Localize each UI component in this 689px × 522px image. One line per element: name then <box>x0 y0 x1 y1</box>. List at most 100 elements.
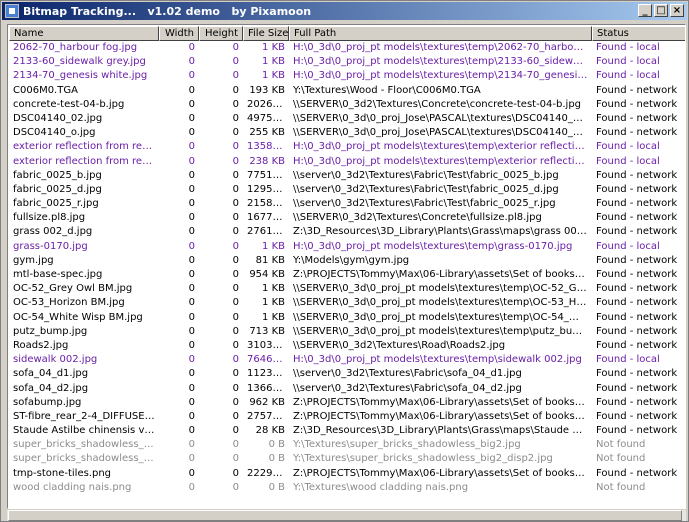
table-row[interactable]: 2133-60_sidewalk grey.jpg 0 0 1 KB H:\0_3d\0… <box>9 55 685 69</box>
table-row[interactable]: gym.jpg 0 0 81 KB Y:\Models\gym\gym.jpg Found… <box>9 254 685 268</box>
cell-width: 0 <box>188 311 195 323</box>
cell-file-size: 81 KB <box>255 254 285 266</box>
cell-height: 0 <box>232 127 239 139</box>
cell-status: Found - network <box>596 467 678 479</box>
table-row[interactable]: grass 002_d.jpg 0 0 2761 KB Z:\3D_Resources\… <box>9 225 685 239</box>
cell-height: 0 <box>232 155 239 167</box>
table-row[interactable]: putz_bump.jpg 0 0 713 KB \\SERVER\0_3d\0_pro… <box>9 325 685 339</box>
table-row[interactable]: DSC04140_o.jpg 0 0 255 KB \\SERVER\0_3d\0_pr… <box>9 126 685 140</box>
column-header-height[interactable]: Height <box>199 26 243 41</box>
cell-width: 0 <box>188 481 195 493</box>
cell-name: grass 002_d.jpg <box>13 226 93 238</box>
cell-file-size: 1 KB <box>262 70 285 82</box>
cell-status: Found - network <box>596 84 678 96</box>
table-row[interactable]: sofa_04_d2.jpg 0 0 1366 KB \\server\0_3d2\Te… <box>9 382 685 396</box>
column-header-name[interactable]: Name <box>9 26 159 41</box>
cell-file-size: 713 KB <box>249 325 285 337</box>
cell-height: 0 <box>232 141 239 153</box>
cell-height: 0 <box>232 169 239 181</box>
app-icon <box>5 4 19 18</box>
cell-status: Found - network <box>596 254 678 266</box>
table-row[interactable]: fabric_0025_r.jpg 0 0 21580 KB \\server\0_3d… <box>9 197 685 211</box>
table-row[interactable]: OC-53_Horizon BM.jpg 0 0 1 KB \\SERVER\0_3d\… <box>9 296 685 310</box>
table-row[interactable]: tmp-stone-tiles.png 0 0 2229 KB Z:\PROJECTS\… <box>9 467 685 481</box>
table-row[interactable]: fabric_0025_d.jpg 0 0 12952 KB \\server\0_3d… <box>9 183 685 197</box>
table-row[interactable]: sidewalk 002.jpg 0 0 7646 KB H:\0_3d\0_proj_… <box>9 353 685 367</box>
table-row[interactable]: exterior reflection from reference.jpg 0 0… <box>9 140 685 154</box>
table-row[interactable]: super_bricks_shadowless_big2.jpg 0 0 0 B Y:\… <box>9 438 685 452</box>
cell-file-size: 1677 KB <box>247 212 289 224</box>
table-row[interactable]: 2134-70_genesis white.jpg 0 0 1 KB H:\0_3d\0… <box>9 69 685 83</box>
cell-width: 0 <box>188 141 195 153</box>
bitmap-list[interactable]: Name Width Height File Size Full Path St… <box>7 24 686 509</box>
cell-width: 0 <box>188 198 195 210</box>
cell-full-path: Z:\3D_Resources\3D_Library\Plants\Grass\… <box>293 425 592 437</box>
cell-width: 0 <box>188 56 195 68</box>
cell-file-size: 1 KB <box>262 311 285 323</box>
cell-file-size: 193 KB <box>249 84 285 96</box>
table-row[interactable]: fabric_0025_b.jpg 0 0 7751 KB \\server\0_3d2… <box>9 169 685 183</box>
title-bar[interactable]: Bitmap Tracking... v1.02 demo by Pixamoo… <box>2 2 687 20</box>
cell-status: Found - local <box>596 42 660 53</box>
cell-height: 0 <box>232 42 239 53</box>
column-header-file-size[interactable]: File Size <box>243 26 289 41</box>
cell-width: 0 <box>188 226 195 238</box>
table-row[interactable]: OC-52_Grey Owl BM.jpg 0 0 1 KB \\SERVER\0_3d… <box>9 282 685 296</box>
cell-name: sofabump.jpg <box>13 396 82 408</box>
table-row[interactable]: wood cladding nais.png 0 0 0 B Y:\Textures\w… <box>9 481 685 495</box>
cell-file-size: 3103 KB <box>247 339 289 351</box>
cell-file-size: 1 KB <box>262 297 285 309</box>
cell-full-path: H:\0_3d\0_proj_pt models\textures\temp\2… <box>293 42 592 53</box>
cell-name: 2133-60_sidewalk grey.jpg <box>13 56 146 68</box>
cell-height: 0 <box>232 183 239 195</box>
cell-file-size: 7751 KB <box>247 169 289 181</box>
cell-width: 0 <box>188 467 195 479</box>
cell-name: fullsize.pl8.jpg <box>13 212 86 224</box>
cell-height: 0 <box>232 112 239 124</box>
table-row[interactable]: mtl-base-spec.jpg 0 0 954 KB Z:\PROJECTS\Tom… <box>9 268 685 282</box>
cell-file-size: 7646 KB <box>247 354 289 366</box>
cell-height: 0 <box>232 240 239 252</box>
column-header-status[interactable]: Status <box>592 26 685 41</box>
cell-file-size: 962 KB <box>249 396 285 408</box>
cell-full-path: \\SERVER\0_3d2\Textures\Concrete\fullsiz… <box>293 212 542 224</box>
cell-full-path: H:\0_3d\0_proj_pt models\textures\temp\e… <box>293 141 592 153</box>
maximize-button[interactable]: □ <box>654 4 668 17</box>
bitmap-tracking-window: Bitmap Tracking... v1.02 demo by Pixamoo… <box>0 0 689 522</box>
table-row[interactable]: Staude Astilbe chinensis var pumila.jpg 0… <box>9 424 685 438</box>
table-row[interactable]: super_bricks_shadowless_big2_disp2.jpg 0 0… <box>9 452 685 466</box>
table-row[interactable]: ST-fibre_rear_2-4_DIFFUSE.jpg 0 0 2757 KB Z:… <box>9 410 685 424</box>
column-header-width[interactable]: Width <box>159 26 199 41</box>
cell-file-size: 1 KB <box>262 56 285 68</box>
cell-full-path: \\server\0_3d2\Textures\Fabric\Test\fabr… <box>293 198 556 210</box>
table-row[interactable]: OC-54_White Wisp BM.jpg 0 0 1 KB \\SERVER\0_… <box>9 311 685 325</box>
table-row[interactable]: Roads2.jpg 0 0 3103 KB \\SERVER\0_3d2\Textur… <box>9 339 685 353</box>
table-row[interactable]: DSC04140_02.jpg 0 0 4975 KB \\SERVER\0_3d\0_… <box>9 112 685 126</box>
table-row[interactable]: fullsize.pl8.jpg 0 0 1677 KB \\SERVER\0_3d2\… <box>9 211 685 225</box>
close-button[interactable]: × <box>670 4 684 17</box>
cell-width: 0 <box>188 339 195 351</box>
table-row[interactable]: exterior reflection from reference2.jpg 0… <box>9 155 685 169</box>
column-header-full-path[interactable]: Full Path <box>289 26 592 41</box>
table-row[interactable]: sofabump.jpg 0 0 962 KB Z:\PROJECTS\Tommy\Ma… <box>9 396 685 410</box>
cell-name: 2134-70_genesis white.jpg <box>13 70 148 82</box>
cell-file-size: 0 B <box>268 481 285 493</box>
table-row[interactable]: concrete-test-04-b.jpg 0 0 20263 KB \\SERVER… <box>9 98 685 112</box>
table-row[interactable]: C006M0.TGA 0 0 193 KB Y:\Textures\Wood - Flo… <box>9 84 685 98</box>
scrollbar-thumb[interactable] <box>8 510 682 521</box>
horizontal-scrollbar[interactable] <box>7 509 686 521</box>
cell-name: Staude Astilbe chinensis var pumila.jpg <box>13 425 159 437</box>
cell-status: Found - network <box>596 339 678 351</box>
cell-full-path: \\SERVER\0_3d2\Textures\Road\Roads2.jpg <box>293 339 506 351</box>
cell-status: Found - network <box>596 169 678 181</box>
cell-file-size: 954 KB <box>249 269 285 280</box>
cell-file-size: 20263 KB <box>247 98 289 110</box>
minimize-button[interactable]: _ <box>638 4 652 17</box>
table-row[interactable]: 2062-70_harbour fog.jpg 0 0 1 KB H:\0_3d\0_p… <box>9 41 685 55</box>
table-row[interactable]: grass-0170.jpg 0 0 1 KB H:\0_3d\0_proj_pt mo… <box>9 240 685 254</box>
table-row[interactable]: sofa_04_d1.jpg 0 0 1123 KB \\server\0_3d2\Te… <box>9 367 685 381</box>
cell-height: 0 <box>232 396 239 408</box>
cell-height: 0 <box>232 481 239 493</box>
cell-status: Not found <box>596 439 646 451</box>
cell-full-path: \\SERVER\0_3d\0_proj_pt models\textures\… <box>293 297 592 309</box>
